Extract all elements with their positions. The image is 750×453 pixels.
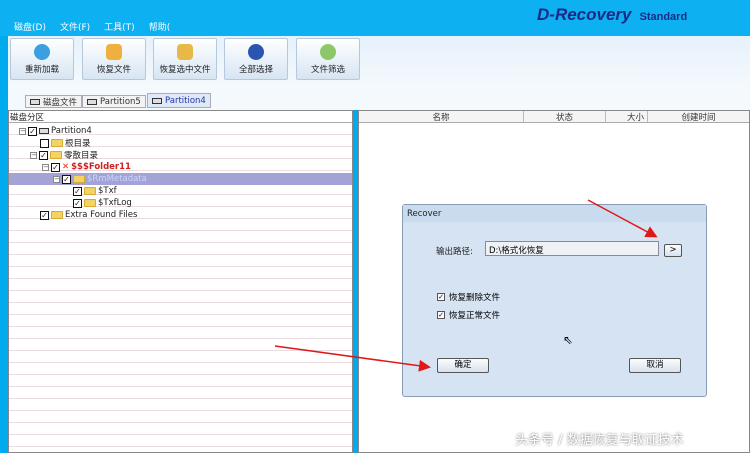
watermark: 头条号 / 数据恢复与取证技术 [515,433,684,448]
annotation-arrows [274,199,658,372]
arrow-to-browse [587,199,658,238]
arrow-to-ok [274,345,431,372]
